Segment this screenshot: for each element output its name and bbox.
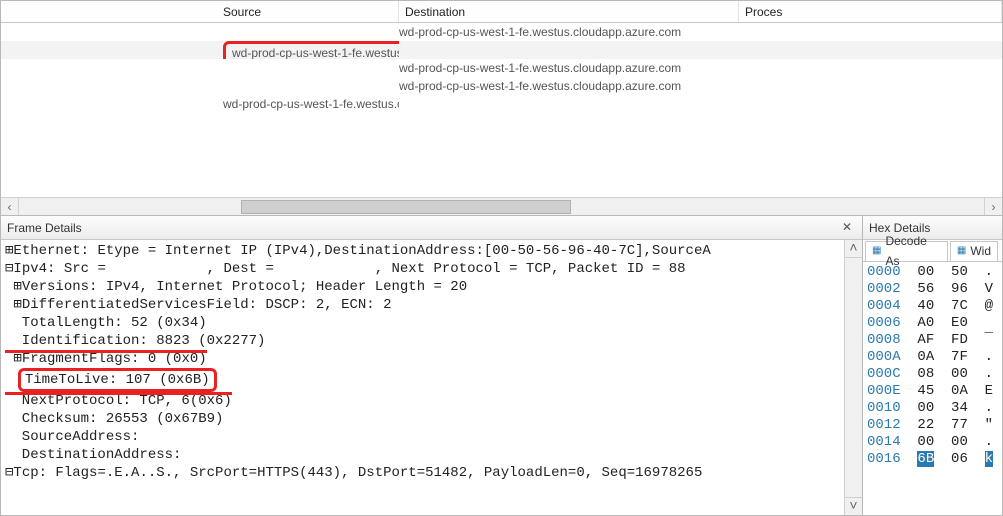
table-row[interactable]: wd-prod-cp-us-west-1-fe.westus.cloudapp.… <box>1 41 1002 59</box>
hex-row[interactable]: 000E 45 0A E <box>867 383 998 400</box>
scroll-left-icon[interactable]: ‹ <box>1 198 19 216</box>
tab-width-label: Wid <box>970 241 991 261</box>
frame-line[interactable]: ⊞FragmentFlags: 0 (0x0) <box>5 350 858 368</box>
hex-row[interactable]: 0010 00 34 . <box>867 400 998 417</box>
cell-destination: wd-prod-cp-us-west-1-fe.westus.cloudapp.… <box>399 59 739 77</box>
frame-details-title: Frame Details <box>7 216 82 240</box>
frame-line[interactable]: NextProtocol: TCP, 6(0x6) <box>5 392 858 410</box>
frame-line[interactable]: ⊟Ipv4: Src = , Dest = , Next Protocol = … <box>5 260 858 278</box>
frame-details-titlebar: Frame Details ✕ <box>1 216 862 240</box>
tab-width[interactable]: ▦ Wid <box>950 241 998 261</box>
cell-source <box>1 23 399 41</box>
frame-line[interactable]: SourceAddress: <box>5 428 858 446</box>
hex-details-body[interactable]: 0000 00 50 .0002 56 96 V0004 40 7C @0006… <box>863 262 1002 515</box>
cell-destination <box>399 41 739 59</box>
cell-destination: wd-prod-cp-us-west-1-fe.westus.cloudapp.… <box>399 23 739 41</box>
column-header-process[interactable]: Proces <box>739 1 1002 22</box>
grid-icon: ▦ <box>957 241 966 261</box>
cell-destination: wd-prod-cp-us-west-1-fe.westus.cloudapp.… <box>399 77 739 95</box>
frame-line[interactable]: DestinationAddress: <box>5 446 858 464</box>
hex-details-pane: Hex Details ▦ Decode As ▦ Wid 0000 00 50… <box>863 216 1002 515</box>
cell-source: wd-prod-cp-us-west-1-fe.westus.cloudapp.… <box>1 95 399 113</box>
hex-row[interactable]: 0004 40 7C @ <box>867 298 998 315</box>
scroll-right-icon[interactable]: › <box>984 198 1002 216</box>
packet-list-header: Source Destination Proces <box>1 1 1002 23</box>
frame-line[interactable]: Identification: 8823 (0x2277) <box>5 332 858 350</box>
column-header-source[interactable]: Source <box>1 1 399 22</box>
frame-line[interactable]: ⊞Versions: IPv4, Internet Protocol; Head… <box>5 278 858 296</box>
vertical-scrollbar[interactable]: ˄ ˅ <box>844 240 862 515</box>
scroll-down-icon[interactable]: ˅ <box>845 497 862 515</box>
scroll-thumb[interactable] <box>241 200 571 214</box>
table-row[interactable]: wd-prod-cp-us-west-1-fe.westus.cloudapp.… <box>1 59 1002 77</box>
hex-row[interactable]: 0012 22 77 " <box>867 417 998 434</box>
frame-line[interactable]: TotalLength: 52 (0x34) <box>5 314 858 332</box>
packet-list-body[interactable]: wd-prod-cp-us-west-1-fe.westus.cloudapp.… <box>1 23 1002 113</box>
frame-line[interactable]: ⊟Tcp: Flags=.E.A..S., SrcPort=HTTPS(443)… <box>5 464 858 482</box>
grid-icon: ▦ <box>872 241 881 261</box>
cell-source <box>1 59 399 77</box>
hex-row[interactable]: 0016 6B 06 k <box>867 451 998 468</box>
scroll-up-icon[interactable]: ˄ <box>845 240 862 258</box>
frame-line[interactable]: ⊞DifferentiatedServicesField: DSCP: 2, E… <box>5 296 858 314</box>
packet-list-pane: Source Destination Proces wd-prod-cp-us-… <box>1 1 1002 216</box>
hex-row[interactable]: 000A 0A 7F . <box>867 349 998 366</box>
hex-row[interactable]: 0000 00 50 . <box>867 264 998 281</box>
hex-row[interactable]: 000C 08 00 . <box>867 366 998 383</box>
frame-details-pane: Frame Details ✕ ⊞Ethernet: Etype = Inter… <box>1 216 863 515</box>
close-icon[interactable]: ✕ <box>838 219 856 237</box>
hex-tabs: ▦ Decode As ▦ Wid <box>863 240 1002 262</box>
hex-row[interactable]: 0014 00 00 . <box>867 434 998 451</box>
frame-line[interactable]: Checksum: 26553 (0x67B9) <box>5 410 858 428</box>
hex-row[interactable]: 0006 A0 E0 <box>867 315 998 332</box>
hex-row[interactable]: 0008 AF FD ¯ <box>867 332 998 349</box>
hex-row[interactable]: 0002 56 96 V <box>867 281 998 298</box>
frame-line[interactable]: ⊞Ethernet: Etype = Internet IP (IPv4),De… <box>5 242 858 260</box>
column-header-destination[interactable]: Destination <box>399 1 739 22</box>
cell-source <box>1 77 399 95</box>
lower-split: Frame Details ✕ ⊞Ethernet: Etype = Inter… <box>1 216 1002 515</box>
frame-line[interactable]: TimeToLive: 107 (0x6B) <box>5 368 858 392</box>
horizontal-scrollbar[interactable]: ‹ › <box>1 197 1002 215</box>
cell-source: wd-prod-cp-us-west-1-fe.westus.cloudapp.… <box>1 41 399 59</box>
table-row[interactable]: wd-prod-cp-us-west-1-fe.westus.cloudapp.… <box>1 95 1002 113</box>
tab-decode-as[interactable]: ▦ Decode As <box>865 241 948 261</box>
table-row[interactable]: wd-prod-cp-us-west-1-fe.westus.cloudapp.… <box>1 23 1002 41</box>
cell-destination <box>399 95 739 113</box>
table-row[interactable]: wd-prod-cp-us-west-1-fe.westus.cloudapp.… <box>1 77 1002 95</box>
frame-details-body[interactable]: ⊞Ethernet: Etype = Internet IP (IPv4),De… <box>1 240 862 515</box>
app-window: Source Destination Proces wd-prod-cp-us-… <box>0 0 1003 516</box>
